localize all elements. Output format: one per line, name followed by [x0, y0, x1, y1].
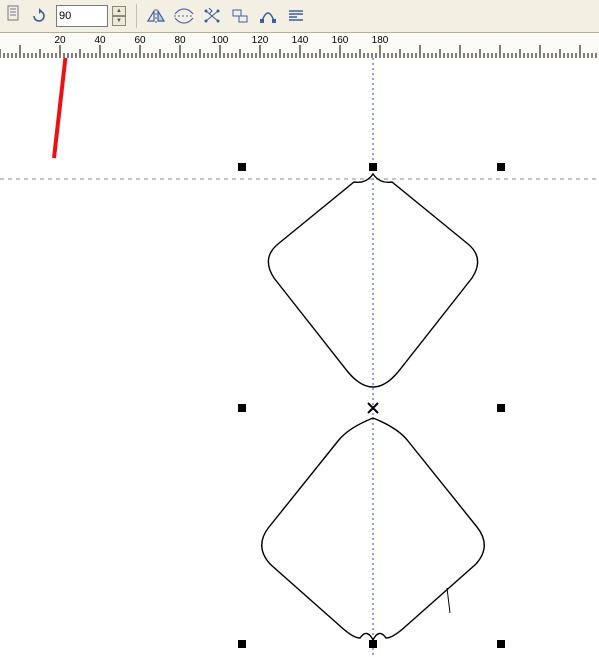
svg-text:160: 160: [332, 35, 349, 46]
stray-mark: [447, 588, 450, 613]
to-curve-icon[interactable]: [255, 3, 281, 29]
svg-text:80: 80: [174, 35, 186, 46]
notes-icon[interactable]: [6, 4, 22, 26]
text-wrap-icon[interactable]: [283, 3, 309, 29]
horizontal-ruler[interactable]: 20 40 60 80 100 120 140 160 180: [0, 33, 599, 59]
property-toolbar: ▲ ▼: [0, 0, 599, 33]
selection-handle[interactable]: [497, 640, 505, 648]
rotation-angle-input[interactable]: [56, 5, 108, 27]
svg-text:20: 20: [54, 35, 66, 46]
selection-handle[interactable]: [369, 640, 377, 648]
selection-handle[interactable]: [497, 404, 505, 412]
mirror-horizontal-icon[interactable]: [143, 3, 169, 29]
free-transform-icon[interactable]: [199, 3, 225, 29]
selection-handle[interactable]: [238, 404, 246, 412]
selection-handles[interactable]: [238, 163, 505, 648]
rotation-spinner[interactable]: ▲ ▼: [112, 6, 126, 26]
svg-text:40: 40: [94, 35, 106, 46]
spinner-up-icon[interactable]: ▲: [112, 6, 126, 16]
annotation-arrow: [54, 58, 76, 158]
svg-text:140: 140: [292, 35, 309, 46]
shape-diamond-top[interactable]: [268, 174, 477, 387]
selection-handle[interactable]: [238, 163, 246, 171]
drawing-canvas[interactable]: [0, 58, 599, 657]
svg-text:60: 60: [134, 35, 146, 46]
svg-text:120: 120: [252, 35, 269, 46]
svg-text:180: 180: [372, 35, 389, 46]
svg-text:100: 100: [212, 35, 229, 46]
selection-handle[interactable]: [497, 163, 505, 171]
spinner-down-icon[interactable]: ▼: [112, 16, 126, 26]
toolbar-divider: [136, 4, 137, 28]
rotate-icon[interactable]: [26, 3, 52, 29]
mirror-vertical-icon[interactable]: [171, 3, 197, 29]
selection-handle[interactable]: [369, 163, 377, 171]
selection-handle[interactable]: [238, 640, 246, 648]
align-icon[interactable]: [227, 3, 253, 29]
